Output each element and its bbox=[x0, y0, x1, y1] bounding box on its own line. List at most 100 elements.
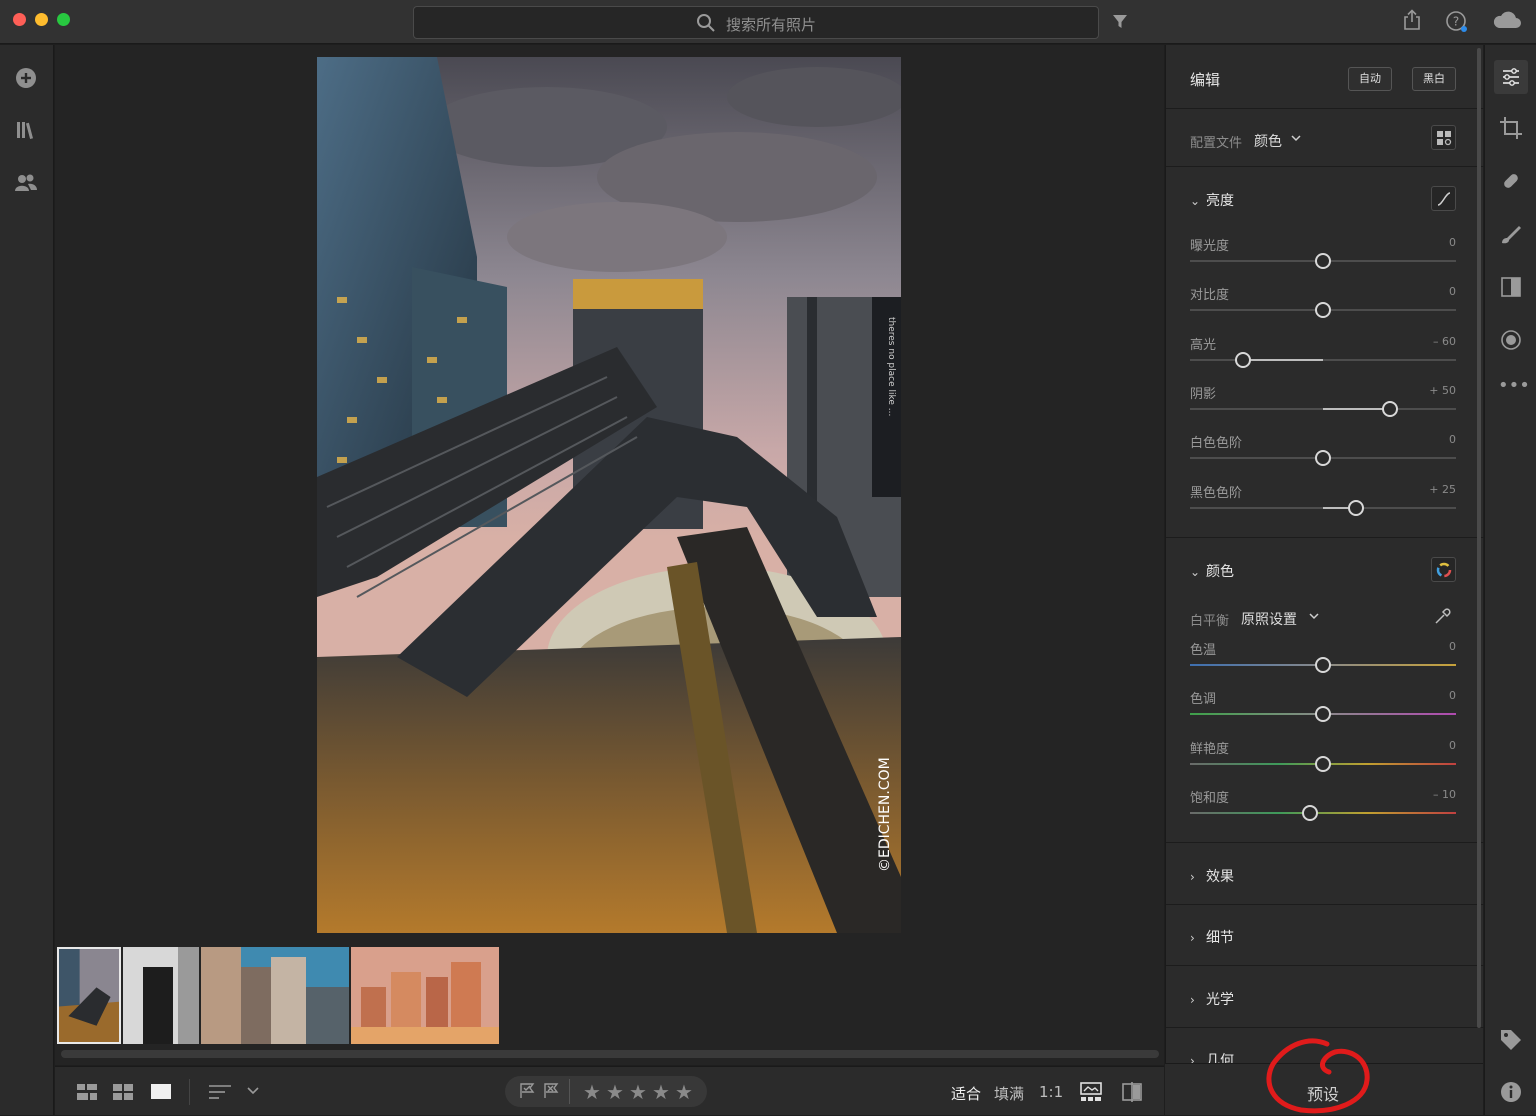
effects-section-header[interactable]: › 效果 bbox=[1190, 866, 1234, 886]
search-bar[interactable]: 搜索所有照片 bbox=[413, 6, 1099, 39]
zoom-fit-button[interactable]: 适合 bbox=[951, 1083, 981, 1104]
star-1-icon[interactable]: ★ bbox=[583, 1080, 601, 1104]
chevron-down-icon[interactable] bbox=[1291, 135, 1301, 142]
slider-label: 阴影 bbox=[1190, 386, 1217, 402]
tag-icon[interactable] bbox=[1498, 1027, 1524, 1053]
slider-value[interactable]: 0 bbox=[1449, 433, 1456, 446]
share-icon[interactable] bbox=[1402, 9, 1422, 31]
filmstrip-thumbnail[interactable] bbox=[201, 947, 349, 1044]
flag-rating-group: ★ ★ ★ ★ ★ bbox=[505, 1076, 707, 1107]
square-grid-icon[interactable] bbox=[113, 1084, 133, 1100]
filmstrip-scrollbar[interactable] bbox=[61, 1050, 1159, 1058]
left-toolbar bbox=[0, 45, 54, 1115]
panel-divider bbox=[1166, 965, 1484, 966]
panel-divider bbox=[1166, 842, 1484, 843]
chevron-right-icon: › bbox=[1190, 993, 1195, 1007]
eyedropper-icon[interactable] bbox=[1433, 606, 1453, 626]
slider-thumb[interactable] bbox=[1301, 804, 1318, 821]
edit-tool-active[interactable] bbox=[1494, 60, 1528, 94]
slider-thumb[interactable] bbox=[1348, 499, 1365, 516]
slider-label: 鲜艳度 bbox=[1190, 741, 1230, 757]
slider-row: 饱和度 – 10 bbox=[1190, 787, 1456, 827]
tone-curve-button[interactable] bbox=[1431, 186, 1456, 211]
slider-value[interactable]: 0 bbox=[1449, 236, 1456, 249]
profile-browser-button[interactable] bbox=[1431, 125, 1456, 150]
slider-thumb[interactable] bbox=[1315, 302, 1331, 319]
black-white-button[interactable]: 黑白 bbox=[1412, 67, 1456, 91]
filmstrip-thumbnail[interactable] bbox=[351, 947, 499, 1044]
linear-gradient-icon[interactable] bbox=[1498, 274, 1524, 300]
tone-curve-icon bbox=[1437, 192, 1450, 206]
white-balance-dropdown[interactable]: 原照设置 bbox=[1241, 609, 1297, 629]
star-3-icon[interactable]: ★ bbox=[629, 1080, 647, 1104]
flag-reject-icon[interactable] bbox=[543, 1083, 559, 1099]
slider-value[interactable]: 0 bbox=[1449, 640, 1456, 653]
slider-value[interactable]: 0 bbox=[1449, 689, 1456, 702]
healing-icon[interactable] bbox=[1498, 168, 1524, 194]
panel-scrollbar[interactable] bbox=[1477, 48, 1481, 1028]
minimize-window-button[interactable] bbox=[35, 13, 48, 26]
brush-icon[interactable] bbox=[1498, 221, 1524, 247]
filmstrip-toggle-icon[interactable] bbox=[1080, 1082, 1102, 1102]
slider-thumb[interactable] bbox=[1381, 400, 1398, 417]
crop-icon[interactable] bbox=[1498, 115, 1524, 141]
zoom-window-button[interactable] bbox=[57, 13, 70, 26]
slider-label: 黑色色阶 bbox=[1190, 485, 1243, 501]
color-section-header[interactable]: ⌄ 颜色 bbox=[1190, 561, 1234, 581]
profile-dropdown[interactable]: 颜色 bbox=[1254, 131, 1282, 151]
light-section-header[interactable]: ⌄ 亮度 bbox=[1190, 190, 1234, 210]
slider-value[interactable]: + 25 bbox=[1429, 483, 1456, 496]
profile-grid-icon bbox=[1436, 131, 1451, 146]
radial-gradient-icon[interactable] bbox=[1498, 327, 1524, 353]
zoom-fill-button[interactable]: 填满 bbox=[994, 1083, 1024, 1104]
slider-thumb[interactable] bbox=[1315, 657, 1331, 673]
filmstrip-thumbnail[interactable] bbox=[123, 947, 199, 1044]
slider-row: 高光 – 60 bbox=[1190, 334, 1456, 374]
slider-label: 高光 bbox=[1190, 337, 1217, 353]
filmstrip-thumbnail[interactable] bbox=[57, 947, 121, 1044]
slider-fill bbox=[1323, 407, 1390, 410]
detail-view-icon[interactable] bbox=[150, 1083, 172, 1100]
slider-thumb[interactable] bbox=[1235, 351, 1252, 368]
slider-value[interactable]: 0 bbox=[1449, 739, 1456, 752]
flag-pick-icon[interactable] bbox=[519, 1083, 535, 1099]
slider-value[interactable]: – 60 bbox=[1433, 335, 1456, 348]
cloud-icon[interactable] bbox=[1492, 10, 1522, 30]
auto-button[interactable]: 自动 bbox=[1348, 67, 1392, 91]
add-icon[interactable] bbox=[13, 65, 39, 91]
compare-view-icon[interactable] bbox=[1121, 1081, 1143, 1103]
search-input[interactable]: 搜索所有照片 bbox=[726, 14, 816, 35]
filmstrip bbox=[55, 935, 1164, 1065]
info-icon[interactable] bbox=[1498, 1079, 1524, 1105]
zoom-1to1-button[interactable]: 1:1 bbox=[1039, 1083, 1063, 1101]
photo-grid-icon[interactable] bbox=[77, 1084, 97, 1100]
star-2-icon[interactable]: ★ bbox=[606, 1080, 624, 1104]
slider-track[interactable] bbox=[1190, 811, 1456, 814]
sort-icon[interactable] bbox=[208, 1084, 232, 1100]
star-4-icon[interactable]: ★ bbox=[652, 1080, 670, 1104]
slider-value[interactable]: – 10 bbox=[1433, 788, 1456, 801]
chevron-down-icon[interactable] bbox=[1309, 613, 1319, 620]
slider-thumb[interactable] bbox=[1315, 253, 1331, 269]
white-balance-label: 白平衡 bbox=[1190, 614, 1230, 629]
panel-divider bbox=[1166, 166, 1484, 167]
people-icon[interactable] bbox=[13, 170, 39, 196]
optics-section-header[interactable]: › 光学 bbox=[1190, 989, 1234, 1009]
slider-value[interactable]: + 50 bbox=[1429, 384, 1456, 397]
slider-thumb[interactable] bbox=[1315, 706, 1331, 723]
close-window-button[interactable] bbox=[13, 13, 26, 26]
slider-thumb[interactable] bbox=[1315, 755, 1331, 772]
library-icon[interactable] bbox=[13, 117, 39, 143]
slider-track[interactable] bbox=[1190, 358, 1456, 361]
detail-section-header[interactable]: › 细节 bbox=[1190, 927, 1234, 947]
chevron-down-icon[interactable] bbox=[247, 1087, 259, 1095]
color-mixer-button[interactable] bbox=[1431, 557, 1456, 582]
slider-thumb[interactable] bbox=[1315, 450, 1331, 467]
photo-watermark: ©EDICHEN.COM bbox=[877, 757, 893, 872]
more-icon[interactable]: ••• bbox=[1498, 373, 1530, 399]
slider-value[interactable]: 0 bbox=[1449, 285, 1456, 298]
help-icon[interactable]: ? bbox=[1445, 10, 1469, 34]
main-photo[interactable]: theres no place like ... ©EDICHEN.COM bbox=[317, 57, 901, 933]
filter-icon[interactable] bbox=[1111, 13, 1129, 31]
star-5-icon[interactable]: ★ bbox=[675, 1080, 693, 1104]
